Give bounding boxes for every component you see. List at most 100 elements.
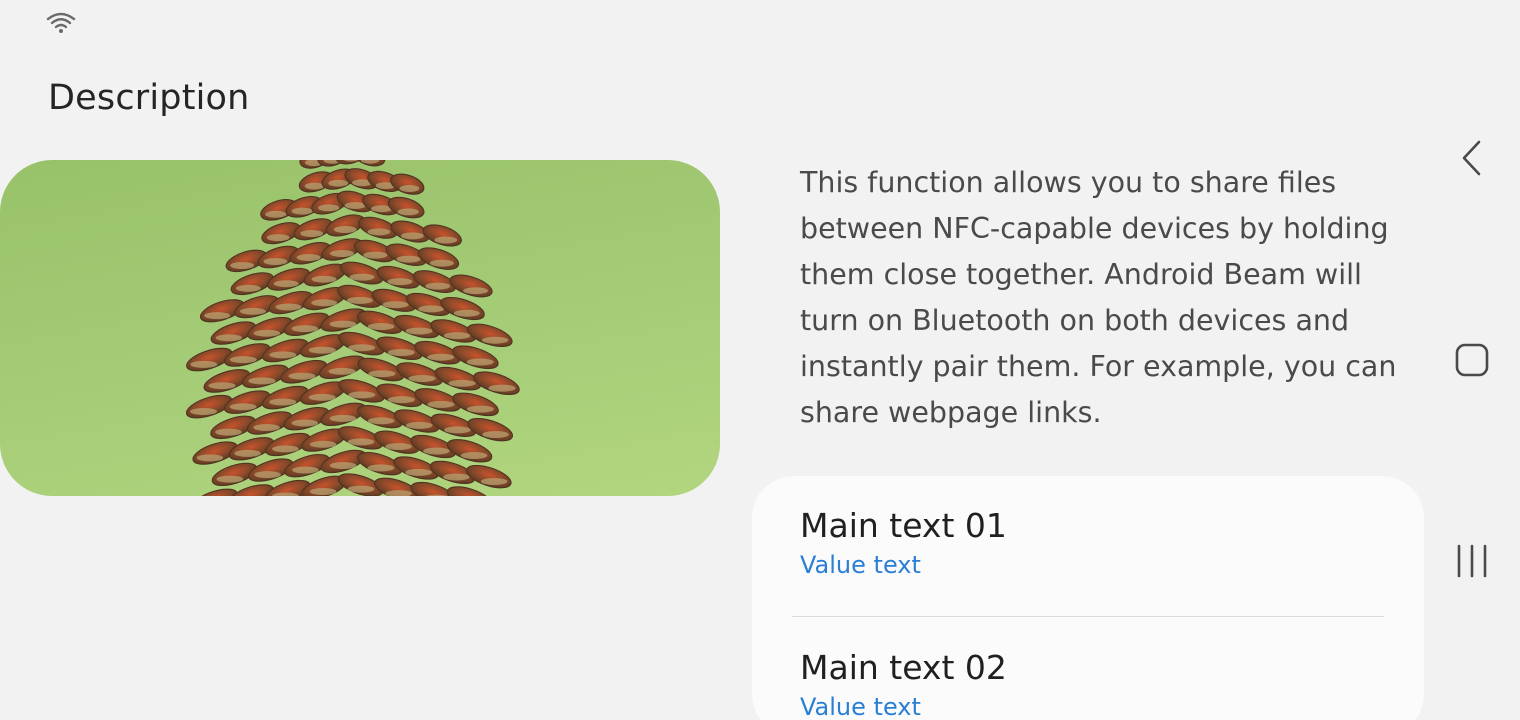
- pinecone-scale-tip: [348, 391, 376, 399]
- pinecone-scale-tip: [480, 478, 508, 485]
- screen: Description This function allows you to …: [0, 0, 1520, 720]
- wifi-icon: [46, 12, 76, 33]
- pinecone-scale-tip: [204, 312, 231, 320]
- pinecone-scale-tip: [443, 473, 470, 481]
- pinecone-scale-tip: [425, 282, 451, 290]
- pinecone-scale-tip: [396, 255, 421, 263]
- pinecone-scale-tip: [405, 468, 432, 476]
- pinecone-scale-tip: [463, 287, 489, 295]
- back-icon: [1462, 140, 1481, 176]
- list-card: Main text 01 Value text Main text 02 Val…: [752, 476, 1424, 720]
- pinecone-scale-tip: [269, 398, 297, 406]
- pinecone-scale-tip: [230, 262, 255, 269]
- list-item[interactable]: Main text 01 Value text: [800, 506, 1400, 580]
- list-item[interactable]: Main text 02 Value text: [800, 648, 1400, 720]
- pinecone-scale-tip: [344, 202, 366, 209]
- pinecone-scale-tip: [215, 428, 242, 436]
- list-item-value-text: Value text: [800, 693, 921, 720]
- pinecone-scale-tip: [253, 424, 280, 431]
- pinecone-scale-tip: [328, 179, 349, 187]
- pinecone-scale: [422, 224, 462, 247]
- pinecone-scale-tip: [423, 447, 450, 455]
- pinecone-scale: [467, 417, 514, 442]
- pinecone-scale-tip: [265, 210, 287, 218]
- pinecone-scale-tip: [275, 303, 302, 311]
- list-item-main-text: Main text 01: [800, 506, 1007, 545]
- pinecone-scale-tip: [444, 426, 471, 434]
- pinecone-scale-tip: [387, 278, 413, 286]
- recents-icon: [1457, 544, 1487, 578]
- status-bar: [46, 10, 76, 36]
- pinecone-scale-tip: [434, 236, 458, 244]
- pinecone-scale-tip: [418, 305, 445, 313]
- pinecone-scale-tip: [234, 449, 261, 457]
- pinecone-scale: [446, 439, 493, 463]
- home-button[interactable]: [1450, 338, 1494, 382]
- pinecone-scale-tip: [330, 250, 354, 257]
- navigation-bar: [1436, 0, 1520, 720]
- pinecone-scale-tip: [308, 393, 336, 401]
- pinecone-scale-tip: [254, 471, 281, 479]
- pinecone-scale-tip: [481, 336, 509, 344]
- pinecone-scale-tip: [405, 421, 433, 429]
- pinecone-scale-tip: [488, 384, 516, 392]
- pinecone-scale-tip: [235, 284, 261, 292]
- pinecone-scale-tip: [196, 454, 224, 462]
- pinecone-scale-tip: [311, 299, 338, 307]
- pinecone-scale-tip: [318, 204, 340, 212]
- pinecone-scale-tip: [190, 360, 218, 368]
- pinecone-scale-tip: [296, 254, 321, 261]
- pinecone-scale-tip: [291, 419, 319, 427]
- pinecone-scale-tip: [399, 185, 420, 192]
- pinecone-scale-tip: [309, 488, 337, 495]
- pinecone-scale: [466, 323, 513, 348]
- pinecone-scale-tip: [239, 307, 266, 315]
- pinecone-scale-tip: [466, 405, 494, 413]
- pinecone-scale-tip: [346, 296, 373, 304]
- pinecone-scale-tip: [333, 226, 357, 233]
- pinecone-scale-tip: [329, 414, 357, 422]
- pinecone-scale: [390, 173, 425, 195]
- pinecone-scale: [440, 296, 485, 321]
- pinecone-scale-tip: [408, 375, 436, 382]
- pinecone-scale-tip: [482, 431, 509, 438]
- pinecone-scale-tip: [229, 356, 257, 364]
- pinecone-scale: [192, 488, 238, 496]
- pinecone-scale-tip: [291, 325, 319, 333]
- pinecone-scale-tip: [309, 440, 337, 448]
- pinecone-scale-tip: [443, 332, 471, 340]
- pinecone-scale-tip: [329, 320, 357, 328]
- divider: [792, 616, 1384, 617]
- list-item-value-text: Value text: [800, 551, 921, 579]
- pinecone-scale-tip: [387, 349, 415, 356]
- pinecone-scale-tip: [427, 353, 455, 361]
- pinecone-scale-tip: [367, 228, 391, 236]
- pinecone-scale-tip: [448, 379, 476, 387]
- pinecone-scale-tip: [263, 258, 288, 265]
- pinecone-scale-tip: [229, 403, 257, 411]
- pinecone-scale-tip: [190, 408, 218, 415]
- pinecone-scale-tip: [382, 301, 409, 309]
- recents-button[interactable]: [1450, 539, 1494, 583]
- pinecone-scale-tip: [460, 452, 488, 459]
- pinecone-image: [0, 160, 720, 496]
- pinecone-scale: [417, 247, 460, 270]
- pinecone-scale-tip: [273, 280, 299, 288]
- pinecone-scale-tip: [288, 372, 316, 380]
- pinecone-scale-tip: [311, 275, 337, 283]
- pinecone-scale-tip: [367, 417, 395, 425]
- pinecone-scale-tip: [269, 351, 297, 359]
- pinecone-scale-tip: [300, 230, 324, 237]
- pinecone-scale-tip: [329, 462, 357, 469]
- pinecone-scale-tip: [400, 232, 424, 240]
- pinecone-scale-tip: [308, 346, 336, 354]
- pinecone-scale-tip: [208, 382, 236, 390]
- back-button[interactable]: [1450, 136, 1494, 180]
- pinecone-scale-tip: [397, 208, 419, 216]
- pinecone-scale-tip: [272, 445, 299, 453]
- pinecone-scale: [449, 274, 493, 298]
- pinecone-scale-tip: [347, 438, 375, 446]
- pinecone-scale-tip: [348, 344, 376, 352]
- pinecone-scale: [466, 464, 512, 489]
- pinecone-scale: [473, 371, 520, 396]
